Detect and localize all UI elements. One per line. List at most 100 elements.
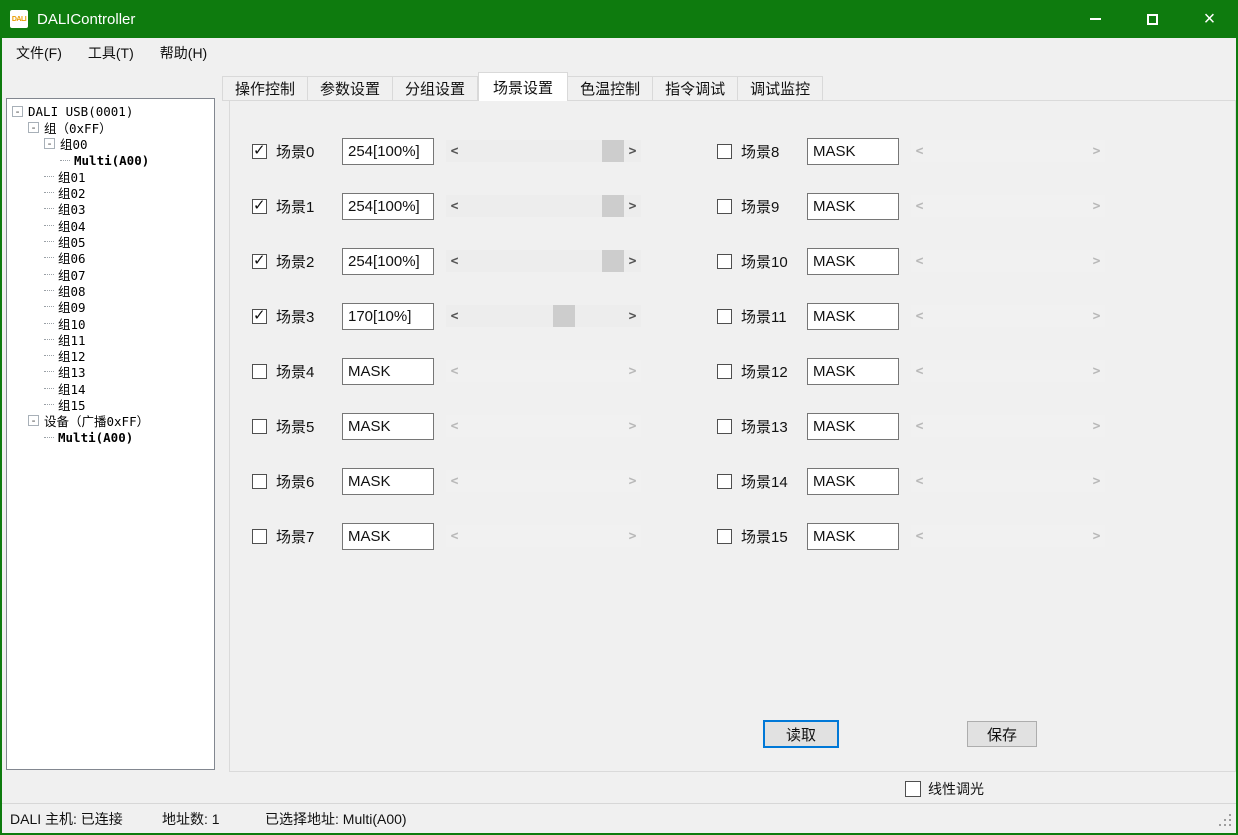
- tree-item[interactable]: Multi(A00): [7, 152, 214, 168]
- tree-item[interactable]: -组（0xFF）: [7, 119, 214, 135]
- maximize-button[interactable]: [1124, 0, 1181, 38]
- scene-checkbox[interactable]: [717, 364, 732, 379]
- tree-branch-line: [44, 208, 54, 209]
- tree-item[interactable]: -DALI USB(0001): [7, 103, 214, 119]
- scroll-right-arrow[interactable]: >: [624, 195, 641, 217]
- scene-label: 场景7: [276, 526, 342, 547]
- scroll-left-arrow[interactable]: <: [446, 195, 463, 217]
- tree-item[interactable]: 组04: [7, 217, 214, 233]
- scene-value-input[interactable]: 170[10%]: [342, 303, 434, 330]
- scroll-left-arrow: <: [911, 250, 928, 272]
- scene-checkbox[interactable]: [252, 529, 267, 544]
- scene-value-input[interactable]: MASK: [807, 413, 899, 440]
- tree-item[interactable]: 组07: [7, 266, 214, 282]
- scroll-left-arrow[interactable]: <: [446, 250, 463, 272]
- scene-scrollbar: <>: [911, 525, 1105, 547]
- tree-item[interactable]: 组13: [7, 364, 214, 380]
- tab-4[interactable]: 场景设置: [478, 72, 568, 101]
- scene-checkbox[interactable]: [717, 144, 732, 159]
- scroll-right-arrow[interactable]: >: [624, 250, 641, 272]
- linear-dimming-checkbox[interactable]: [905, 781, 921, 797]
- scene-value-input[interactable]: MASK: [807, 248, 899, 275]
- scene-label: 场景8: [741, 141, 807, 162]
- read-button[interactable]: 读取: [763, 720, 839, 748]
- scene-checkbox[interactable]: [717, 309, 732, 324]
- scene-value-input[interactable]: MASK: [342, 523, 434, 550]
- scene-checkbox[interactable]: [252, 419, 267, 434]
- tab-6[interactable]: 指令调试: [653, 76, 738, 101]
- tree-item[interactable]: Multi(A00): [7, 429, 214, 445]
- scene-value-input[interactable]: MASK: [342, 468, 434, 495]
- check-icon: ✓: [253, 251, 266, 269]
- menu-item[interactable]: 文件(F): [3, 38, 75, 68]
- tree-item[interactable]: 组10: [7, 315, 214, 331]
- scene-checkbox[interactable]: [717, 199, 732, 214]
- tree-expander-icon[interactable]: -: [28, 122, 39, 133]
- save-button[interactable]: 保存: [967, 721, 1037, 747]
- tree-item[interactable]: -组00: [7, 136, 214, 152]
- scene-checkbox[interactable]: [717, 474, 732, 489]
- scene-checkbox[interactable]: ✓: [252, 309, 267, 324]
- scene-value-input[interactable]: 254[100%]: [342, 248, 434, 275]
- scene-value-input[interactable]: MASK: [807, 138, 899, 165]
- scene-value-input[interactable]: MASK: [807, 358, 899, 385]
- scroll-left-arrow[interactable]: <: [446, 305, 463, 327]
- tree-item[interactable]: 组03: [7, 201, 214, 217]
- scrollbar-thumb[interactable]: [602, 195, 624, 217]
- tree-item[interactable]: 组14: [7, 380, 214, 396]
- minimize-button[interactable]: [1067, 0, 1124, 38]
- tab-3[interactable]: 分组设置: [393, 76, 478, 101]
- caption-buttons: ×: [1067, 0, 1238, 38]
- tree-expander-icon[interactable]: -: [12, 106, 23, 117]
- tree-item[interactable]: 组15: [7, 396, 214, 412]
- scene-checkbox[interactable]: ✓: [252, 144, 267, 159]
- tree-expander-icon[interactable]: -: [44, 138, 55, 149]
- scroll-left-arrow[interactable]: <: [446, 140, 463, 162]
- scene-value-input[interactable]: 254[100%]: [342, 193, 434, 220]
- tree-item[interactable]: 组01: [7, 168, 214, 184]
- menu-item[interactable]: 工具(T): [75, 38, 147, 68]
- scene-value-input[interactable]: MASK: [807, 468, 899, 495]
- scene-row: ✓场景3170[10%]<>: [252, 302, 641, 330]
- scene-checkbox[interactable]: [717, 419, 732, 434]
- scrollbar-thumb[interactable]: [602, 140, 624, 162]
- menu-item[interactable]: 帮助(H): [147, 38, 220, 68]
- tab-7[interactable]: 调试监控: [738, 76, 823, 101]
- scene-checkbox[interactable]: ✓: [252, 254, 267, 269]
- tree-expander-icon[interactable]: -: [28, 415, 39, 426]
- close-button[interactable]: ×: [1181, 0, 1238, 38]
- scene-value-input[interactable]: MASK: [342, 358, 434, 385]
- scene-scrollbar[interactable]: <>: [446, 250, 641, 272]
- scene-value-input[interactable]: MASK: [807, 303, 899, 330]
- scene-value-input[interactable]: MASK: [807, 193, 899, 220]
- scene-checkbox[interactable]: [717, 254, 732, 269]
- tab-5[interactable]: 色温控制: [568, 76, 653, 101]
- scene-scrollbar[interactable]: <>: [446, 195, 641, 217]
- scroll-right-arrow[interactable]: >: [624, 305, 641, 327]
- scene-value-input[interactable]: 254[100%]: [342, 138, 434, 165]
- tree-item[interactable]: 组12: [7, 347, 214, 363]
- scene-label: 场景11: [741, 306, 807, 327]
- tab-2[interactable]: 参数设置: [308, 76, 393, 101]
- scene-scrollbar[interactable]: <>: [446, 140, 641, 162]
- tree-item[interactable]: -设备（广播0xFF）: [7, 413, 214, 429]
- tree-item[interactable]: 组02: [7, 184, 214, 200]
- scene-checkbox[interactable]: ✓: [252, 199, 267, 214]
- scene-scrollbar[interactable]: <>: [446, 305, 641, 327]
- tree-item[interactable]: 组11: [7, 331, 214, 347]
- scroll-right-arrow[interactable]: >: [624, 140, 641, 162]
- scroll-left-arrow: <: [911, 415, 928, 437]
- tree-item[interactable]: 组08: [7, 282, 214, 298]
- scene-value-input[interactable]: MASK: [807, 523, 899, 550]
- scene-checkbox[interactable]: [717, 529, 732, 544]
- tab-1[interactable]: 操作控制: [222, 76, 308, 101]
- scene-checkbox[interactable]: [252, 474, 267, 489]
- tree-item[interactable]: 组05: [7, 233, 214, 249]
- scene-value-input[interactable]: MASK: [342, 413, 434, 440]
- tree-item[interactable]: 组09: [7, 299, 214, 315]
- scrollbar-thumb[interactable]: [602, 250, 624, 272]
- scene-checkbox[interactable]: [252, 364, 267, 379]
- tree-item[interactable]: 组06: [7, 250, 214, 266]
- resize-grip-icon[interactable]: [1218, 813, 1231, 826]
- scrollbar-thumb[interactable]: [553, 305, 575, 327]
